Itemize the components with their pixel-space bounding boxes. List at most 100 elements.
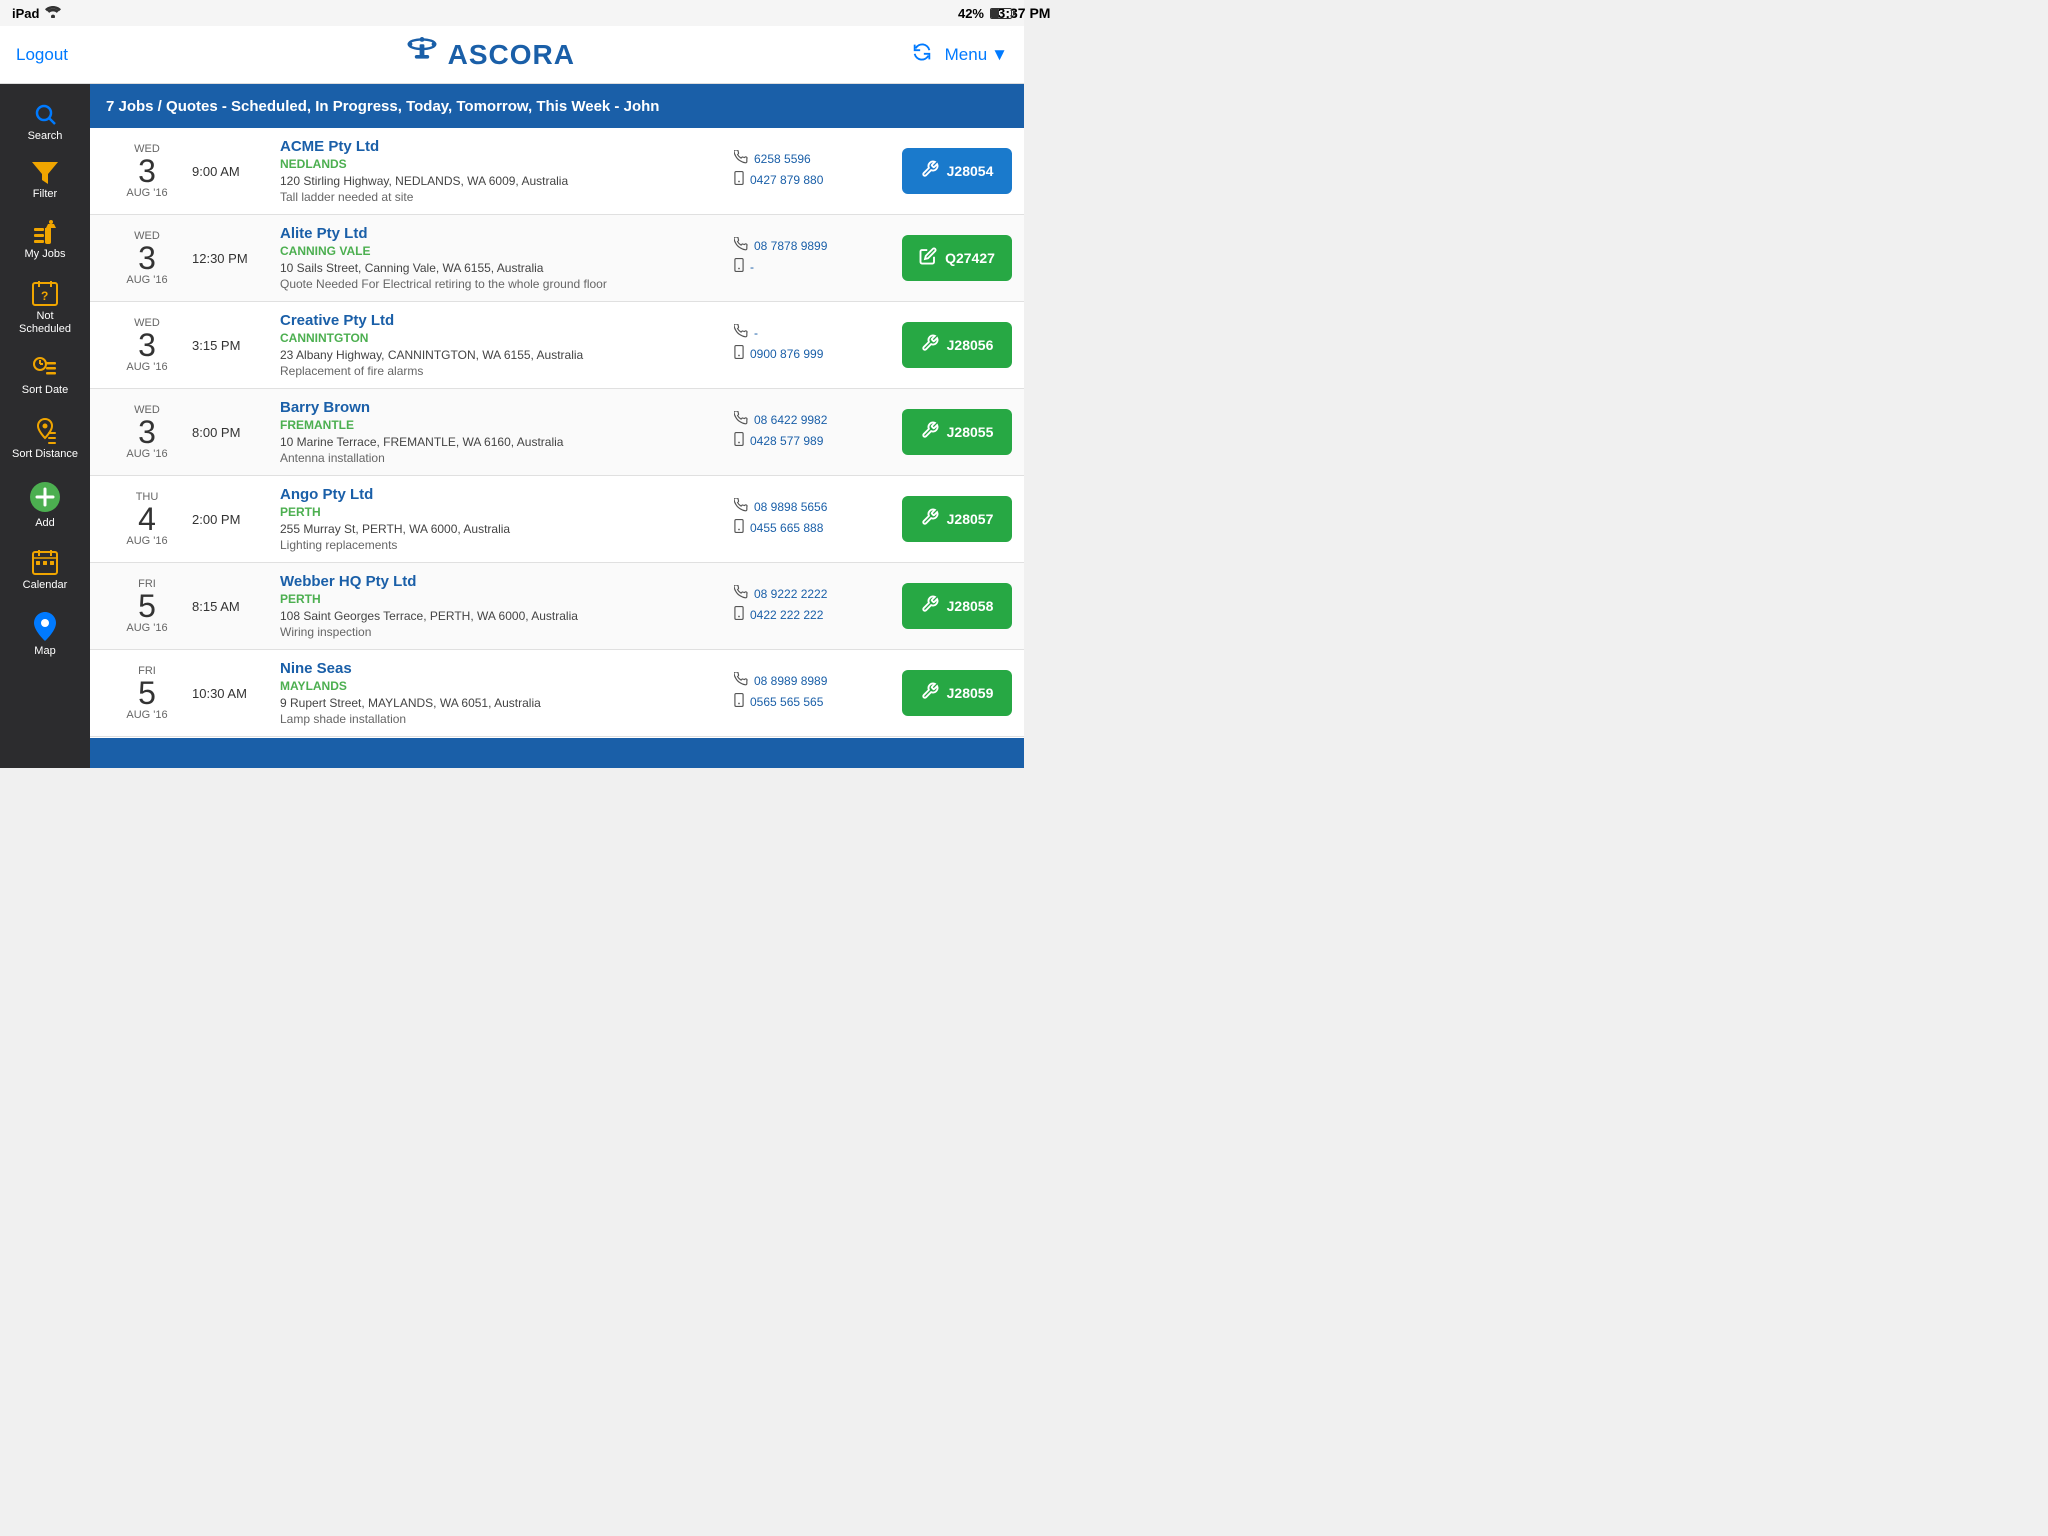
add-icon: [29, 481, 61, 513]
header-actions: Menu ▼: [911, 41, 1008, 69]
job-notes: Lamp shade installation: [280, 712, 726, 726]
table-row: WED 3 AUG '16 8:00 PM Barry Brown FREMAN…: [90, 389, 1024, 476]
job-date-month: AUG '16: [102, 274, 192, 286]
sidebar-item-map[interactable]: Map: [0, 601, 90, 667]
job-company[interactable]: Creative Pty Ltd: [280, 312, 726, 329]
job-mobile: 0900 876 999: [750, 347, 823, 361]
job-time: 9:00 AM: [192, 164, 272, 179]
job-phone-row: 08 9222 2222: [734, 585, 894, 602]
job-phone: -: [754, 326, 758, 340]
job-action-button[interactable]: J28055: [902, 409, 1012, 455]
phone-icon: [734, 672, 748, 689]
sidebar-item-my-jobs[interactable]: My Jobs: [0, 210, 90, 270]
sidebar-item-add[interactable]: Add: [0, 471, 90, 539]
sidebar-item-sort-distance[interactable]: Sort Distance: [0, 408, 90, 471]
job-mobile-row: 0428 577 989: [734, 432, 894, 449]
job-info: Webber HQ Pty Ltd PERTH 108 Saint George…: [272, 573, 734, 639]
phone-icon: [734, 411, 748, 428]
mobile-icon: [734, 345, 744, 362]
job-mobile: -: [750, 260, 754, 274]
job-company[interactable]: Webber HQ Pty Ltd: [280, 573, 726, 590]
job-date-number: 3: [102, 416, 192, 448]
job-phones: 6258 5596 0427 879 880: [734, 150, 894, 192]
job-address: 9 Rupert Street, MAYLANDS, WA 6051, Aust…: [280, 696, 726, 710]
table-row: FRI 5 AUG '16 10:30 AM Nine Seas MAYLAND…: [90, 650, 1024, 737]
menu-button[interactable]: Menu ▼: [945, 45, 1008, 65]
job-info: ACME Pty Ltd NEDLANDS 120 Stirling Highw…: [272, 138, 734, 204]
job-address: 120 Stirling Highway, NEDLANDS, WA 6009,…: [280, 174, 726, 188]
sidebar-search-label: Search: [28, 130, 63, 142]
job-company[interactable]: Alite Pty Ltd: [280, 225, 726, 242]
table-row: WED 3 AUG '16 3:15 PM Creative Pty Ltd C…: [90, 302, 1024, 389]
job-date-number: 3: [102, 242, 192, 274]
job-date-number: 3: [102, 329, 192, 361]
job-company[interactable]: Nine Seas: [280, 660, 726, 677]
svg-text:?: ?: [41, 289, 48, 303]
job-mobile: 0427 879 880: [750, 173, 823, 187]
logout-button[interactable]: Logout: [16, 45, 68, 65]
logo-icon: [404, 37, 440, 73]
job-company[interactable]: Barry Brown: [280, 399, 726, 416]
sidebar-add-label: Add: [35, 517, 55, 529]
sidebar-item-search[interactable]: Search: [0, 92, 90, 152]
job-address: 255 Murray St, PERTH, WA 6000, Australia: [280, 522, 726, 536]
job-date-month: AUG '16: [102, 448, 192, 460]
battery-percent: 42%: [958, 6, 984, 21]
mobile-icon: [734, 519, 744, 536]
sidebar-item-filter[interactable]: Filter: [0, 152, 90, 210]
job-date: WED 3 AUG '16: [102, 404, 192, 460]
job-address: 10 Marine Terrace, FREMANTLE, WA 6160, A…: [280, 435, 726, 449]
refresh-button[interactable]: [911, 41, 933, 69]
job-action-button[interactable]: Q27427: [902, 235, 1012, 281]
job-suburb: MAYLANDS: [280, 679, 726, 693]
map-icon: [32, 611, 58, 641]
job-company[interactable]: ACME Pty Ltd: [280, 138, 726, 155]
job-date: WED 3 AUG '16: [102, 317, 192, 373]
brand-logo: Ascora: [404, 37, 575, 73]
menu-label: Menu: [945, 45, 988, 65]
mobile-icon: [734, 171, 744, 188]
job-date-month: AUG '16: [102, 535, 192, 547]
job-action-button[interactable]: J28057: [902, 496, 1012, 542]
sidebar-item-calendar[interactable]: Calendar: [0, 539, 90, 601]
header: Logout Ascora Menu ▼: [0, 26, 1024, 84]
job-address: 23 Albany Highway, CANNINTGTON, WA 6155,…: [280, 348, 726, 362]
job-button-icon: [921, 421, 939, 444]
sidebar-item-not-scheduled[interactable]: ? NotScheduled: [0, 270, 90, 346]
job-button-icon: [919, 247, 937, 270]
search-icon: [33, 102, 57, 126]
job-action-button[interactable]: J28056: [902, 322, 1012, 368]
device-label: iPad: [12, 6, 39, 21]
job-suburb: CANNING VALE: [280, 244, 726, 258]
job-phones: 08 7878 9899 -: [734, 237, 894, 279]
job-button-icon: [921, 682, 939, 705]
status-left: iPad: [12, 6, 61, 21]
phone-icon: [734, 150, 748, 167]
job-mobile-row: 0455 665 888: [734, 519, 894, 536]
job-phone: 08 8989 8989: [754, 674, 827, 688]
job-mobile: 0565 565 565: [750, 695, 823, 709]
job-phones: 08 9898 5656 0455 665 888: [734, 498, 894, 540]
job-notes: Quote Needed For Electrical retiring to …: [280, 277, 726, 291]
mobile-icon: [734, 432, 744, 449]
job-id-label: J28055: [947, 424, 994, 440]
job-mobile-row: 0900 876 999: [734, 345, 894, 362]
job-button-icon: [921, 334, 939, 357]
phone-icon: [734, 498, 748, 515]
job-action-button[interactable]: J28059: [902, 670, 1012, 716]
status-right: 42%: [958, 6, 1012, 21]
job-company[interactable]: Ango Pty Ltd: [280, 486, 726, 503]
job-time: 8:00 PM: [192, 425, 272, 440]
job-action-button[interactable]: J28054: [902, 148, 1012, 194]
job-info: Creative Pty Ltd CANNINTGTON 23 Albany H…: [272, 312, 734, 378]
phone-icon: [734, 585, 748, 602]
job-id-label: J28059: [947, 685, 994, 701]
sidebar-item-sort-date[interactable]: Sort Date: [0, 346, 90, 407]
job-date: FRI 5 AUG '16: [102, 665, 192, 721]
table-row: WED 3 AUG '16 12:30 PM Alite Pty Ltd CAN…: [90, 215, 1024, 302]
calendar-icon: [32, 549, 58, 575]
job-phone-row: 08 7878 9899: [734, 237, 894, 254]
job-action-button[interactable]: J28058: [902, 583, 1012, 629]
sidebar-filter-label: Filter: [33, 188, 57, 200]
sidebar-myjobs-label: My Jobs: [25, 248, 66, 260]
